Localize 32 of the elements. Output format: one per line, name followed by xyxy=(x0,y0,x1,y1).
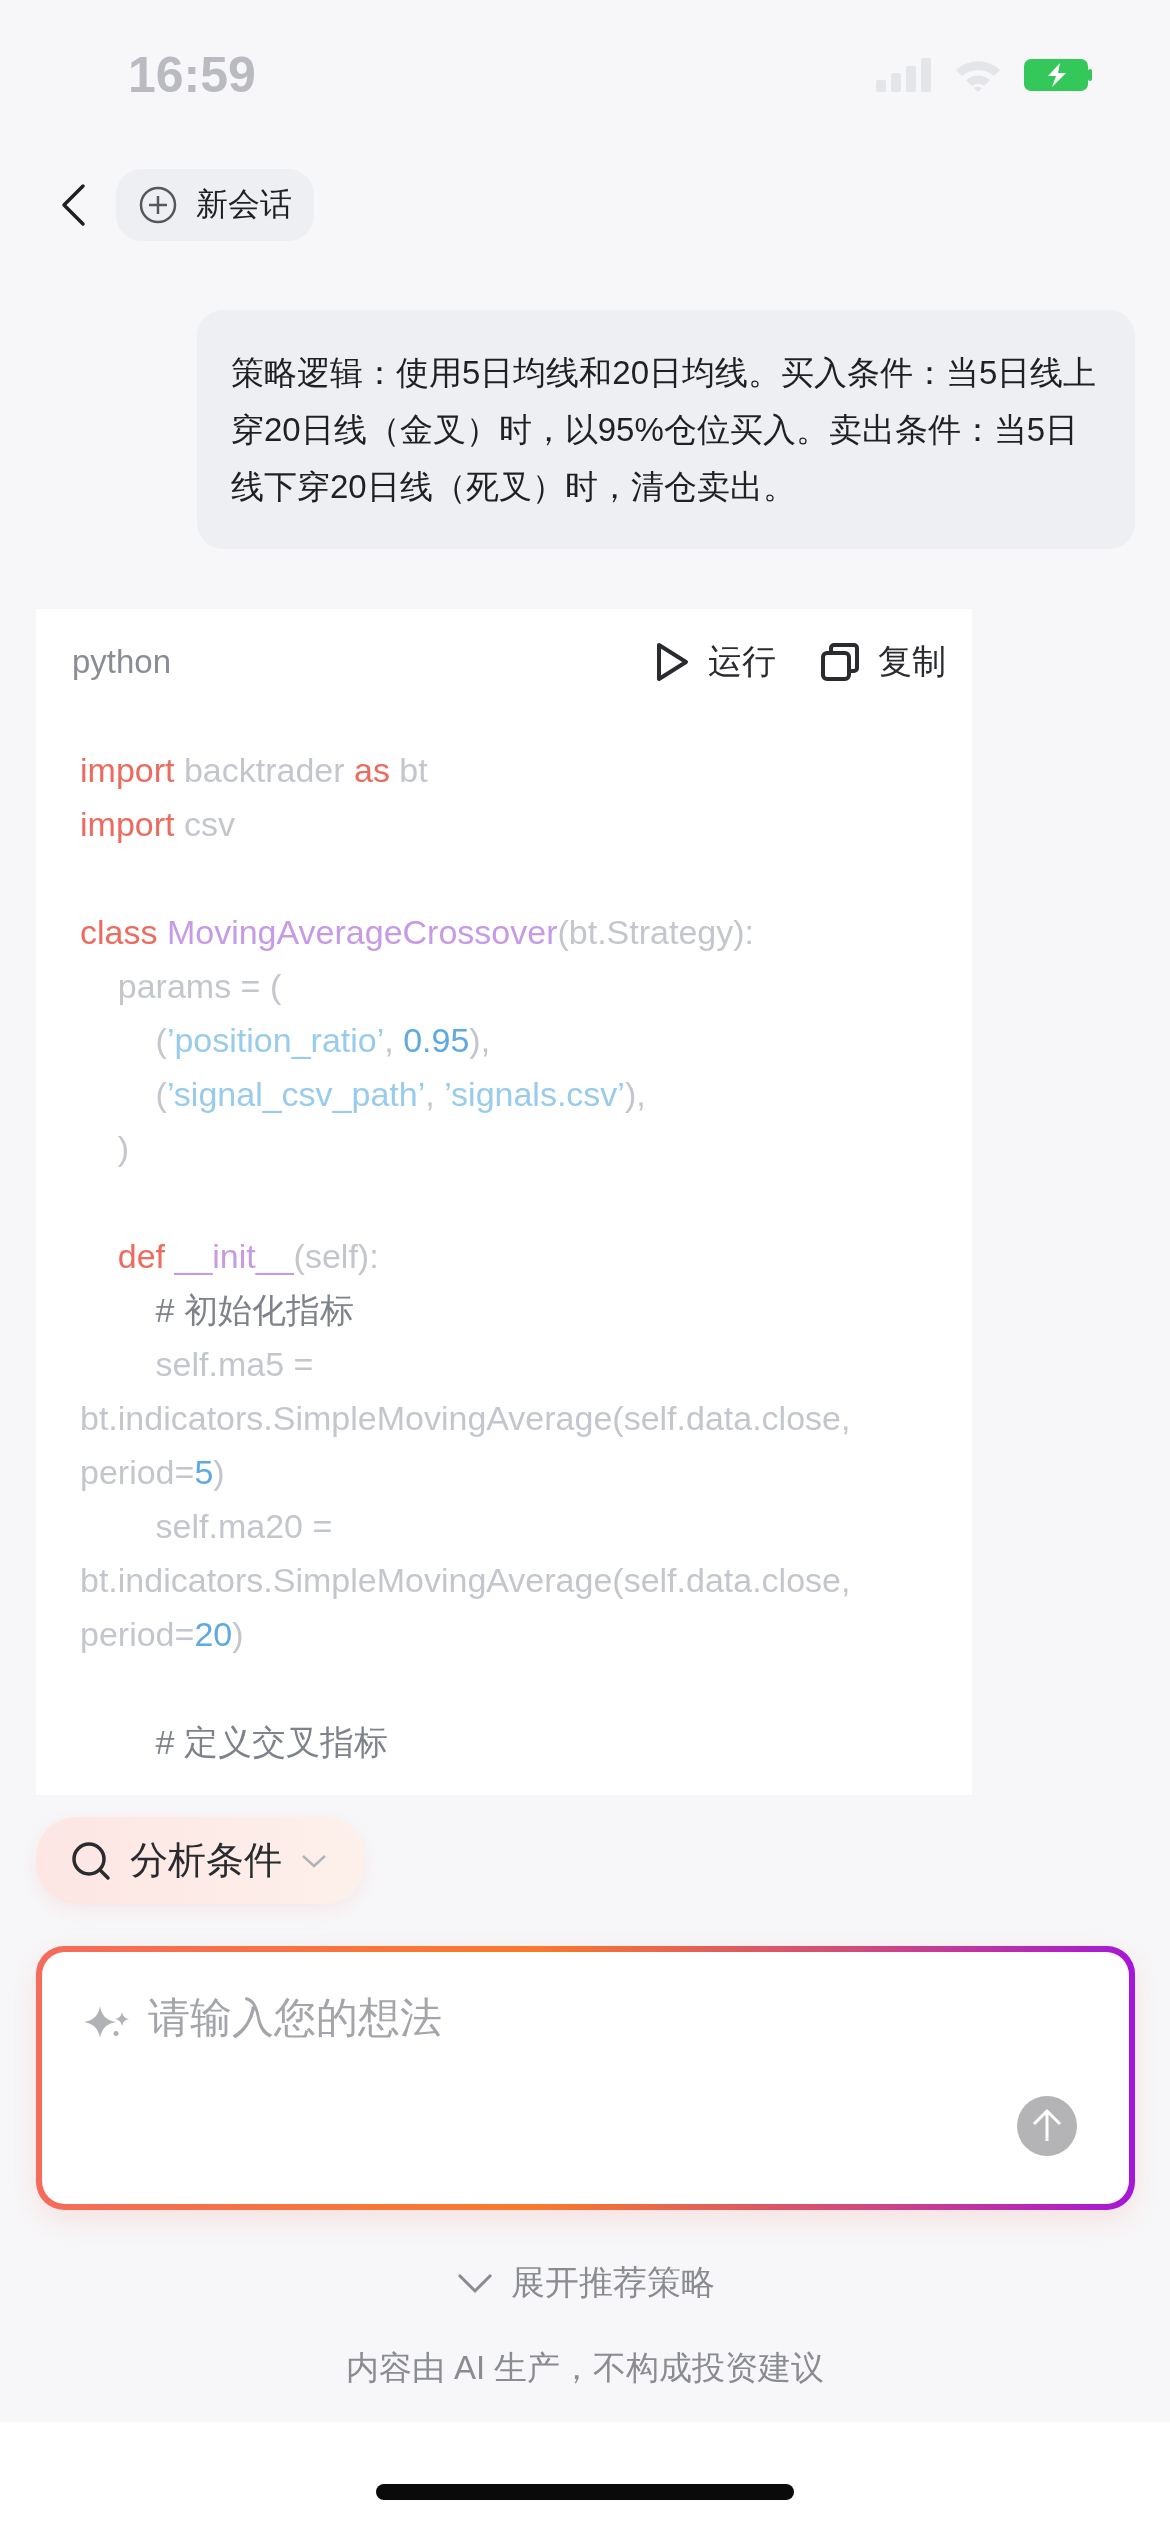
analyze-conditions-chip[interactable]: 分析条件 xyxy=(36,1817,364,1904)
code-line: (’position_ratio’, 0.95), xyxy=(154,1020,492,1061)
disclaimer: 内容由 AI 生产，不构成投资建议 xyxy=(344,2348,826,2388)
code-line: bt.indicators.SimpleMovingAverage(self.data.close, xyxy=(80,1398,852,1439)
code-line: params = ( xyxy=(116,966,283,1007)
code-line: self.ma5 = xyxy=(154,1344,315,1385)
code-line: def __init__(self): xyxy=(116,1236,380,1277)
status-time: 16:59 xyxy=(128,46,256,104)
battery-icon xyxy=(1024,59,1092,91)
back-icon[interactable] xyxy=(60,183,86,227)
copy-button[interactable]: 复制 xyxy=(820,639,946,685)
code-line: import csv xyxy=(80,804,236,845)
plus-circle-icon xyxy=(138,185,178,225)
search-icon xyxy=(70,1839,112,1882)
code-line: (’signal_csv_path’, ’signals.csv’), xyxy=(154,1074,647,1115)
code-line: # 定义交叉指标 xyxy=(154,1722,389,1763)
play-icon xyxy=(654,641,690,683)
code-line: self.ma20 = xyxy=(154,1506,334,1547)
code-line: # 初始化指标 xyxy=(154,1290,355,1331)
code-line: import backtrader as bt xyxy=(80,750,429,791)
run-button[interactable]: 运行 xyxy=(654,639,776,685)
copy-icon xyxy=(820,642,860,682)
code-line: period=20) xyxy=(80,1614,245,1655)
message-input[interactable]: 请输入您的想法 xyxy=(148,1994,948,2042)
code-line: ) xyxy=(116,1128,131,1169)
code-line: period=5) xyxy=(80,1452,226,1493)
code-line: bt.indicators.SimpleMovingAverage(self.data.close, xyxy=(80,1560,852,1601)
user-message: 策略逻辑：使用5日均线和20日均线。买入条件：当5日线上穿20日线（金叉）时，以95%仓位买入。卖出条件：当5日线下穿20日线（死叉）时，清仓卖出。 xyxy=(197,310,1135,549)
new-chat-button[interactable]: 新会话 xyxy=(116,169,314,241)
code-line: class MovingAverageCrossover(bt.Strategy): xyxy=(80,912,755,953)
chevron-down-icon xyxy=(455,2271,495,2295)
code-language: python xyxy=(72,643,172,681)
